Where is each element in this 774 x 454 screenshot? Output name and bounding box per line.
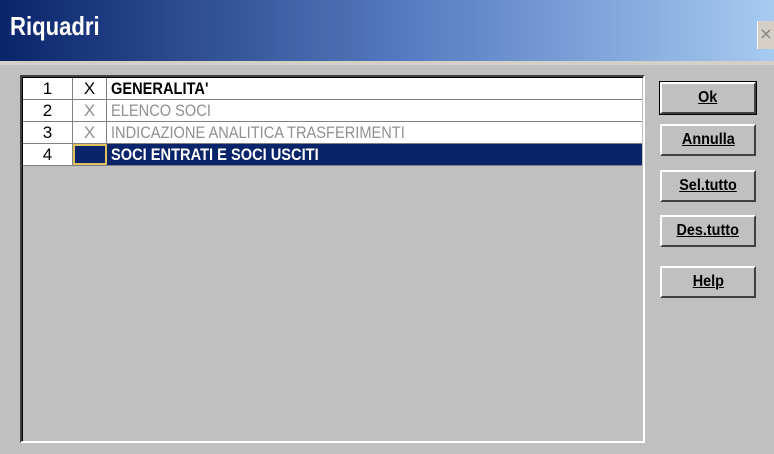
- sel-tutto-button[interactable]: Sel.tutto: [660, 170, 756, 202]
- row-checkbox[interactable]: X: [73, 78, 107, 99]
- row-label-text: INDICAZIONE ANALITICA TRASFERIMENTI: [111, 123, 405, 142]
- row-label: ELENCO SOCI: [109, 100, 642, 121]
- row-label: INDICAZIONE ANALITICA TRASFERIMENTI: [109, 122, 642, 143]
- list-row-1[interactable]: 1 X GENERALITA': [23, 78, 642, 100]
- row-label-text: GENERALITA': [111, 79, 209, 98]
- close-icon[interactable]: ×: [757, 21, 774, 49]
- title-bar[interactable]: Riquadri ×: [0, 0, 774, 61]
- row-label-text: ELENCO SOCI: [111, 101, 211, 120]
- help-button[interactable]: Help: [660, 266, 756, 298]
- list-row-4[interactable]: 4 SOCI ENTRATI E SOCI USCITI: [23, 144, 642, 166]
- title-separator: [0, 61, 774, 65]
- row-number: 1: [23, 78, 73, 99]
- row-number: 2: [23, 100, 73, 121]
- list-inner: 1 X GENERALITA' 2 X ELENCO SOCI 3 X INDI…: [22, 77, 643, 441]
- help-button-label: Help: [692, 273, 724, 290]
- annulla-button[interactable]: Annulla: [660, 124, 756, 156]
- row-number: 4: [23, 144, 73, 165]
- row-checkbox[interactable]: X: [73, 100, 107, 121]
- list-row-3[interactable]: 3 X INDICAZIONE ANALITICA TRASFERIMENTI: [23, 122, 642, 144]
- row-number: 3: [23, 122, 73, 143]
- riquadri-dialog: Riquadri × 1 X GENERALITA' 2 X ELENCO SO…: [0, 0, 774, 454]
- window-title: Riquadri: [10, 11, 100, 41]
- ok-button[interactable]: Ok: [659, 81, 757, 115]
- list-row-2[interactable]: 2 X ELENCO SOCI: [23, 100, 642, 122]
- sel-tutto-button-label: Sel.tutto: [679, 177, 737, 194]
- riquadri-list[interactable]: 1 X GENERALITA' 2 X ELENCO SOCI 3 X INDI…: [20, 75, 645, 443]
- row-label: SOCI ENTRATI E SOCI USCITI: [109, 144, 642, 165]
- row-checkbox[interactable]: X: [73, 122, 107, 143]
- des-tutto-button-label: Des.tutto: [676, 222, 740, 239]
- des-tutto-button[interactable]: Des.tutto: [660, 215, 756, 247]
- row-label-text: SOCI ENTRATI E SOCI USCITI: [111, 145, 319, 164]
- row-label: GENERALITA': [109, 78, 642, 99]
- ok-button-label: Ok: [698, 89, 718, 106]
- row-checkbox[interactable]: [73, 144, 107, 165]
- annulla-button-label: Annulla: [681, 131, 735, 148]
